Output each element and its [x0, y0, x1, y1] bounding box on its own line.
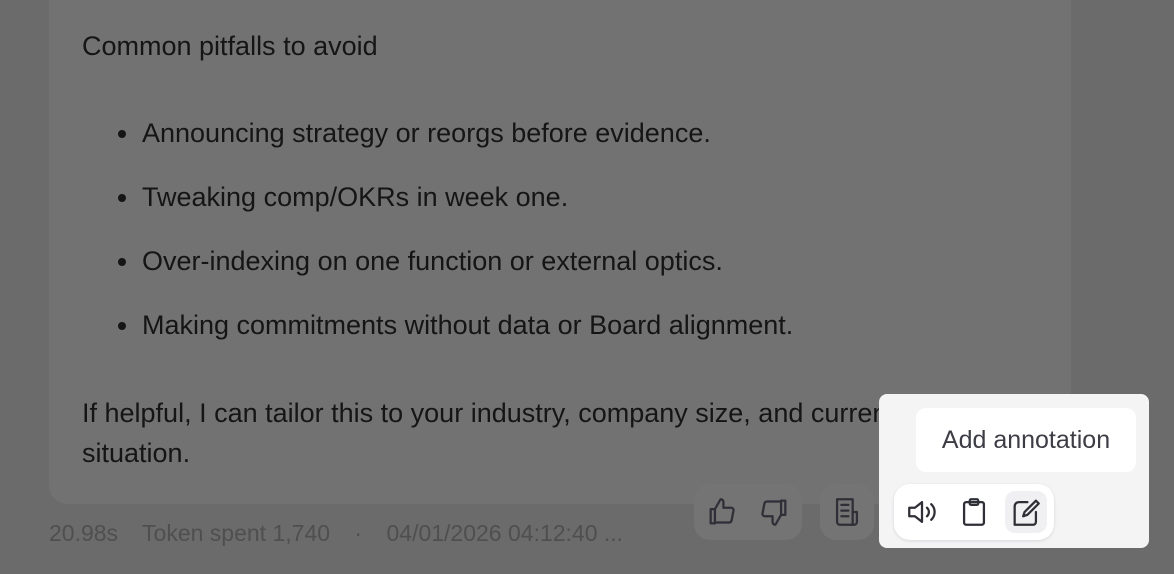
list-item: Tweaking comp/OKRs in week one.: [117, 177, 568, 217]
list-item: Announcing strategy or reorgs before evi…: [118, 113, 711, 153]
thumbs-down-button[interactable]: [753, 491, 795, 533]
document-icon: [835, 498, 859, 526]
response-duration: 20.98s: [49, 520, 119, 546]
list-item: Making commitments without data or Board…: [117, 305, 793, 345]
thumbs-down-icon: [761, 499, 787, 526]
thumbs-up-icon: [709, 498, 735, 525]
thumbs-up-button[interactable]: [701, 491, 743, 533]
add-annotation-tooltip: Add annotation: [916, 408, 1136, 472]
message-meta: 20.98s Token spent 1,740 · 04/01/2026 04…: [49, 518, 641, 548]
clipboard-icon: [962, 498, 986, 526]
list-item: Over-indexing on one function or externa…: [118, 241, 723, 281]
read-aloud-button[interactable]: [901, 491, 943, 533]
feedback-buttons: [694, 484, 802, 540]
speaker-icon: [908, 500, 936, 524]
message-action-bar: [894, 484, 1054, 540]
edit-annotation-icon: [1013, 499, 1040, 526]
copy-button[interactable]: [953, 491, 995, 533]
message-heading: Common pitfalls to avoid: [82, 31, 378, 61]
message-timestamp: 04/01/2026 04:12:40 ...: [386, 520, 624, 546]
meta-separator: ·: [354, 520, 363, 546]
source-doc-button[interactable]: [826, 491, 868, 533]
add-annotation-button[interactable]: [1005, 491, 1047, 533]
source-doc-container: [820, 484, 874, 540]
token-count: Token spent 1,740: [142, 520, 331, 546]
closing-line-1: If helpful, I can tailor this to your in…: [82, 398, 895, 428]
